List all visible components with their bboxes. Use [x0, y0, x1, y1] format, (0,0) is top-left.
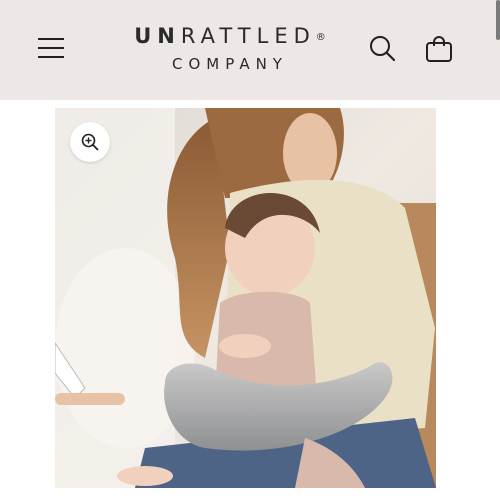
menu-button[interactable] — [38, 34, 66, 62]
product-image[interactable] — [55, 108, 436, 488]
zoom-button[interactable] — [70, 122, 110, 162]
menu-icon-bar — [38, 38, 64, 40]
menu-icon-bar — [38, 56, 64, 58]
logo-part-bold: UN — [134, 24, 181, 48]
search-icon — [370, 36, 396, 62]
scrollbar[interactable] — [496, 0, 500, 40]
logo-subtitle: COMPANY — [172, 55, 288, 73]
registered-mark: ® — [315, 32, 326, 43]
search-button[interactable] — [368, 34, 398, 64]
menu-icon-bar — [38, 47, 64, 49]
product-photo-illustration — [55, 108, 436, 488]
logo-wordmark: UNRATTLED® — [100, 22, 360, 50]
zoom-in-icon — [81, 133, 99, 151]
shopping-bag-icon — [426, 36, 452, 62]
cart-button[interactable] — [424, 34, 454, 64]
logo-part-light: RATTLED — [180, 24, 316, 48]
site-header: UNRATTLED® COMPANY — [0, 0, 500, 100]
brand-logo[interactable]: UNRATTLED® COMPANY — [100, 22, 360, 76]
